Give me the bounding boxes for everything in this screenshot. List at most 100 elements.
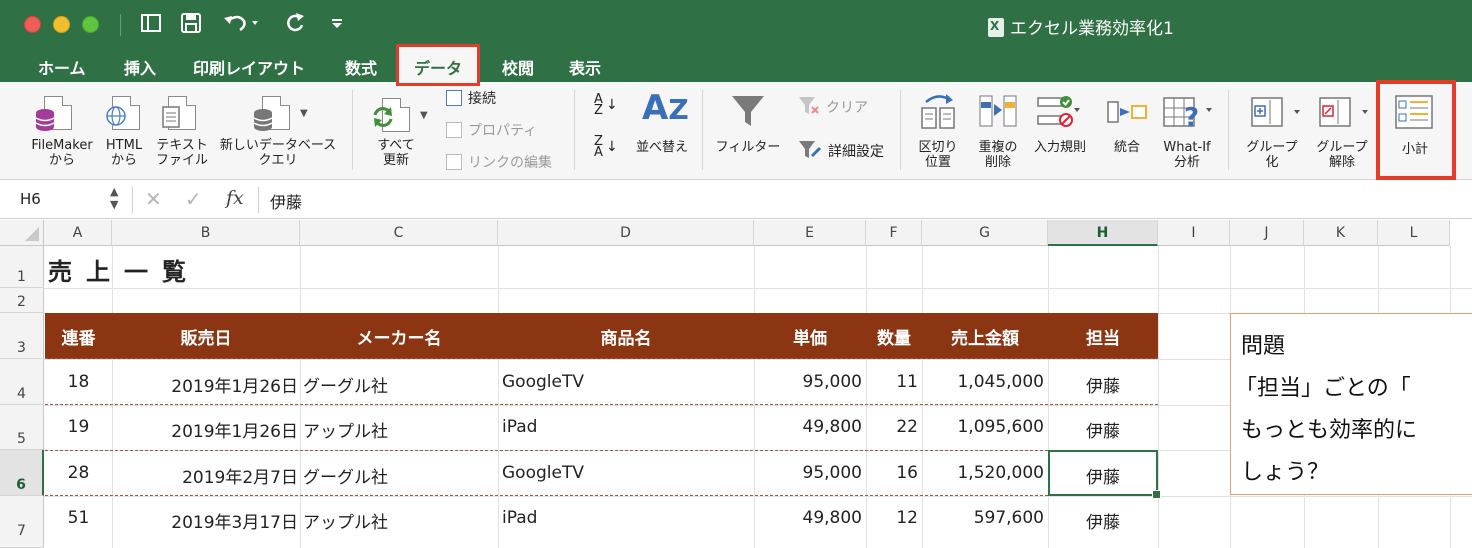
column-header-b[interactable]: B xyxy=(112,220,300,246)
cell-staff[interactable]: 伊藤 xyxy=(1048,508,1158,533)
group-button[interactable]: グループ化 xyxy=(1240,140,1304,170)
tab-insert[interactable]: 挿入 xyxy=(124,55,156,79)
cell-price[interactable]: 95,000 xyxy=(754,463,862,483)
row-header-5[interactable]: 5 xyxy=(0,405,44,450)
close-window-button[interactable] xyxy=(24,16,41,33)
row-header-3[interactable]: 3 xyxy=(0,313,44,359)
sort-z-a-icon[interactable]: Z A ↓ xyxy=(594,135,618,159)
name-box[interactable]: H6 xyxy=(20,190,41,208)
advanced-filter-button[interactable]: 詳細設定 xyxy=(798,140,884,161)
cell-price[interactable]: 49,800 xyxy=(754,508,862,528)
cell-staff[interactable]: 伊藤 xyxy=(1048,372,1158,397)
what-if-analysis-icon[interactable]: ? xyxy=(1162,94,1214,134)
cell-price[interactable]: 49,800 xyxy=(754,417,862,437)
name-box-stepper-icon[interactable]: ▲ ▼ xyxy=(110,185,118,211)
column-header-f[interactable]: F xyxy=(866,220,922,246)
filter-button[interactable]: フィルター xyxy=(712,140,784,155)
redo-icon[interactable] xyxy=(284,12,306,40)
cancel-icon[interactable]: ✕ xyxy=(145,187,162,211)
edit-links-button[interactable]: リンクの編集 xyxy=(446,152,552,172)
column-header-l[interactable]: L xyxy=(1378,220,1450,246)
save-icon[interactable] xyxy=(180,12,202,40)
cell-maker[interactable]: グーグル社 xyxy=(303,463,388,488)
cell-date[interactable]: 2019年3月17日 xyxy=(112,508,298,533)
row-header-6[interactable]: 6 xyxy=(0,450,44,496)
cell-date[interactable]: 2019年2月7日 xyxy=(112,463,298,488)
cell-no[interactable]: 18 xyxy=(45,372,112,392)
new-database-query-button[interactable]: 新しいデータベース クエリ xyxy=(216,138,340,168)
tab-review[interactable]: 校閲 xyxy=(502,55,534,79)
cell-no[interactable]: 28 xyxy=(45,463,112,483)
cell-qty[interactable]: 22 xyxy=(866,417,918,437)
tab-formulas[interactable]: 数式 xyxy=(345,55,377,79)
text-to-columns-button[interactable]: 区切り 位置 xyxy=(912,140,964,170)
ungroup-button[interactable]: グループ 解除 xyxy=(1310,140,1374,170)
filemaker-button[interactable]: FileMaker から xyxy=(20,138,104,168)
column-header-e[interactable]: E xyxy=(754,220,866,246)
cell-amount[interactable]: 1,095,600 xyxy=(922,417,1044,437)
cell-maker[interactable]: グーグル社 xyxy=(303,372,388,397)
group-icon[interactable] xyxy=(1250,96,1302,132)
sidebar-toggle-icon[interactable] xyxy=(140,12,162,40)
cell-maker[interactable]: アップル社 xyxy=(303,508,388,533)
cell-product[interactable]: iPad xyxy=(502,417,537,437)
question-textbox[interactable]: 問題 「担当」ごとの「 もっとも効率的に しょう？ xyxy=(1230,313,1472,495)
consolidate-icon[interactable] xyxy=(1106,98,1148,130)
sort-a-z-icon[interactable]: A Z ↓ xyxy=(594,93,618,117)
text-file-button[interactable]: テキスト ファイル xyxy=(150,138,214,168)
consolidate-button[interactable]: 統合 xyxy=(1102,140,1152,155)
insert-function-icon[interactable]: fx xyxy=(226,187,244,209)
clear-filter-button[interactable]: クリア xyxy=(798,96,868,117)
customize-toolbar-icon[interactable] xyxy=(330,12,344,40)
row-header-2[interactable]: 2 xyxy=(0,288,44,313)
column-header-k[interactable]: K xyxy=(1304,220,1378,246)
cell-no[interactable]: 51 xyxy=(45,508,112,528)
what-if-analysis-button[interactable]: What-If 分析 xyxy=(1154,140,1220,170)
cell-qty[interactable]: 12 xyxy=(866,508,918,528)
data-validation-button[interactable]: 入力規則 xyxy=(1030,140,1090,155)
column-header-a[interactable]: A xyxy=(44,220,112,246)
sort-icon[interactable]: AZ xyxy=(642,88,689,128)
select-all-corner[interactable] xyxy=(0,220,44,246)
properties-button[interactable]: プロパティ xyxy=(446,120,537,140)
row-header-4[interactable]: 4 xyxy=(0,359,44,405)
active-cell-h6[interactable] xyxy=(1048,450,1161,499)
formula-input[interactable]: 伊藤 xyxy=(270,189,302,213)
cell-product[interactable]: GoogleTV xyxy=(502,463,584,483)
column-header-j[interactable]: J xyxy=(1230,220,1304,246)
tab-page-layout[interactable]: 印刷レイアウト xyxy=(193,55,305,79)
enter-icon[interactable]: ✓ xyxy=(185,187,202,211)
cell-staff[interactable]: 伊藤 xyxy=(1048,417,1158,442)
cell-product[interactable]: iPad xyxy=(502,508,537,528)
cell-amount[interactable]: 1,045,000 xyxy=(922,372,1044,392)
remove-duplicates-button[interactable]: 重複の 削除 xyxy=(970,140,1026,170)
connections-button[interactable]: 接続 xyxy=(446,88,496,108)
sort-button[interactable]: 並べ替え xyxy=(630,140,694,155)
column-header-h[interactable]: H xyxy=(1048,220,1158,246)
ungroup-icon[interactable] xyxy=(1318,96,1370,132)
cell-amount[interactable]: 597,600 xyxy=(922,508,1044,528)
html-button[interactable]: HTML から xyxy=(100,138,148,168)
tab-home[interactable]: ホーム xyxy=(38,55,86,79)
text-to-columns-icon[interactable] xyxy=(920,92,956,134)
cell-date[interactable]: 2019年1月26日 xyxy=(112,372,298,397)
zoom-window-button[interactable] xyxy=(82,16,99,33)
cell-qty[interactable]: 11 xyxy=(866,372,918,392)
data-validation-icon[interactable] xyxy=(1036,94,1082,134)
minimize-window-button[interactable] xyxy=(53,16,70,33)
undo-icon[interactable] xyxy=(222,12,262,40)
refresh-all-button[interactable]: すべて 更新 xyxy=(368,138,424,168)
cell-price[interactable]: 95,000 xyxy=(754,372,862,392)
cell-product[interactable]: GoogleTV xyxy=(502,372,584,392)
cell-qty[interactable]: 16 xyxy=(866,463,918,483)
remove-duplicates-icon[interactable] xyxy=(978,94,1018,134)
column-header-c[interactable]: C xyxy=(300,220,498,246)
column-header-i[interactable]: I xyxy=(1158,220,1230,246)
cell-no[interactable]: 19 xyxy=(45,417,112,437)
cell-amount[interactable]: 1,520,000 xyxy=(922,463,1044,483)
column-header-g[interactable]: G xyxy=(922,220,1048,246)
cell-date[interactable]: 2019年1月26日 xyxy=(112,417,298,442)
cell-maker[interactable]: アップル社 xyxy=(303,417,388,442)
filter-funnel-icon[interactable] xyxy=(730,94,766,134)
tab-view[interactable]: 表示 xyxy=(569,55,601,79)
